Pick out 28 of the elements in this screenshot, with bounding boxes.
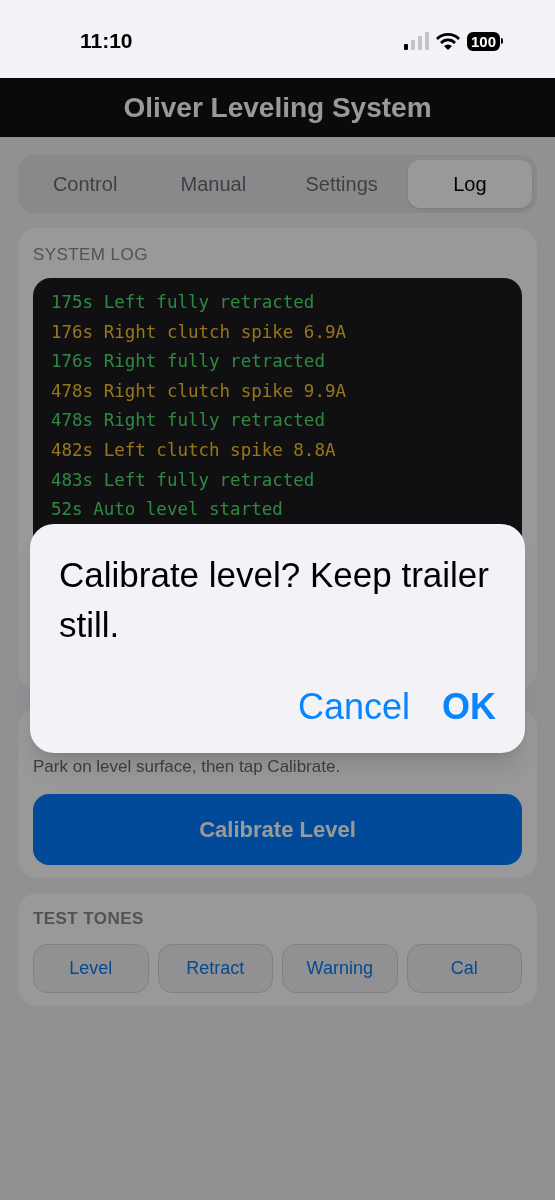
tab[interactable]: Log bbox=[407, 160, 532, 208]
log-entry: 478s Right clutch spike 9.9A bbox=[51, 379, 347, 403]
section-heading: TEST TONES bbox=[33, 909, 145, 929]
log-entry: 175s Left fully retracted bbox=[51, 291, 316, 314]
signal-icon bbox=[402, 31, 429, 51]
log-entry: 482s Left clutch spike 8.8A bbox=[51, 438, 337, 462]
log-entry: 483s Left fully retracted bbox=[51, 468, 316, 492]
tab[interactable]: Control bbox=[23, 160, 148, 208]
tone-button[interactable]: Level bbox=[33, 944, 149, 993]
calibrate-button[interactable]: Calibrate Level bbox=[33, 793, 522, 865]
tone-button[interactable]: Cal bbox=[406, 944, 522, 993]
section-heading: SYSTEM LOG bbox=[33, 245, 149, 265]
status-time: 11:10 bbox=[80, 28, 133, 55]
alert-message: Calibrate level? Keep trailer still. bbox=[59, 554, 490, 646]
wifi-icon bbox=[434, 31, 461, 51]
log-entry: 52s Auto level started bbox=[51, 498, 284, 522]
log-entry: 176s Right clutch spike 6.9A bbox=[51, 320, 347, 344]
tone-button[interactable]: Warning bbox=[282, 944, 398, 993]
calibration-hint: Park on level surface, then tap Calibrate. bbox=[33, 756, 342, 778]
log-entry: 176s Right fully retracted bbox=[51, 350, 326, 374]
log-entry: 478s Right fully retracted bbox=[51, 409, 326, 433]
tab[interactable]: Settings bbox=[279, 160, 404, 208]
tone-button[interactable]: Retract bbox=[157, 944, 273, 993]
tab[interactable]: Manual bbox=[151, 160, 276, 208]
dialog-button[interactable]: OK bbox=[442, 685, 496, 729]
battery-icon: 100 bbox=[466, 31, 503, 51]
dialog-button[interactable]: Cancel bbox=[297, 685, 410, 729]
app-title: Oliver Leveling System bbox=[123, 90, 432, 125]
